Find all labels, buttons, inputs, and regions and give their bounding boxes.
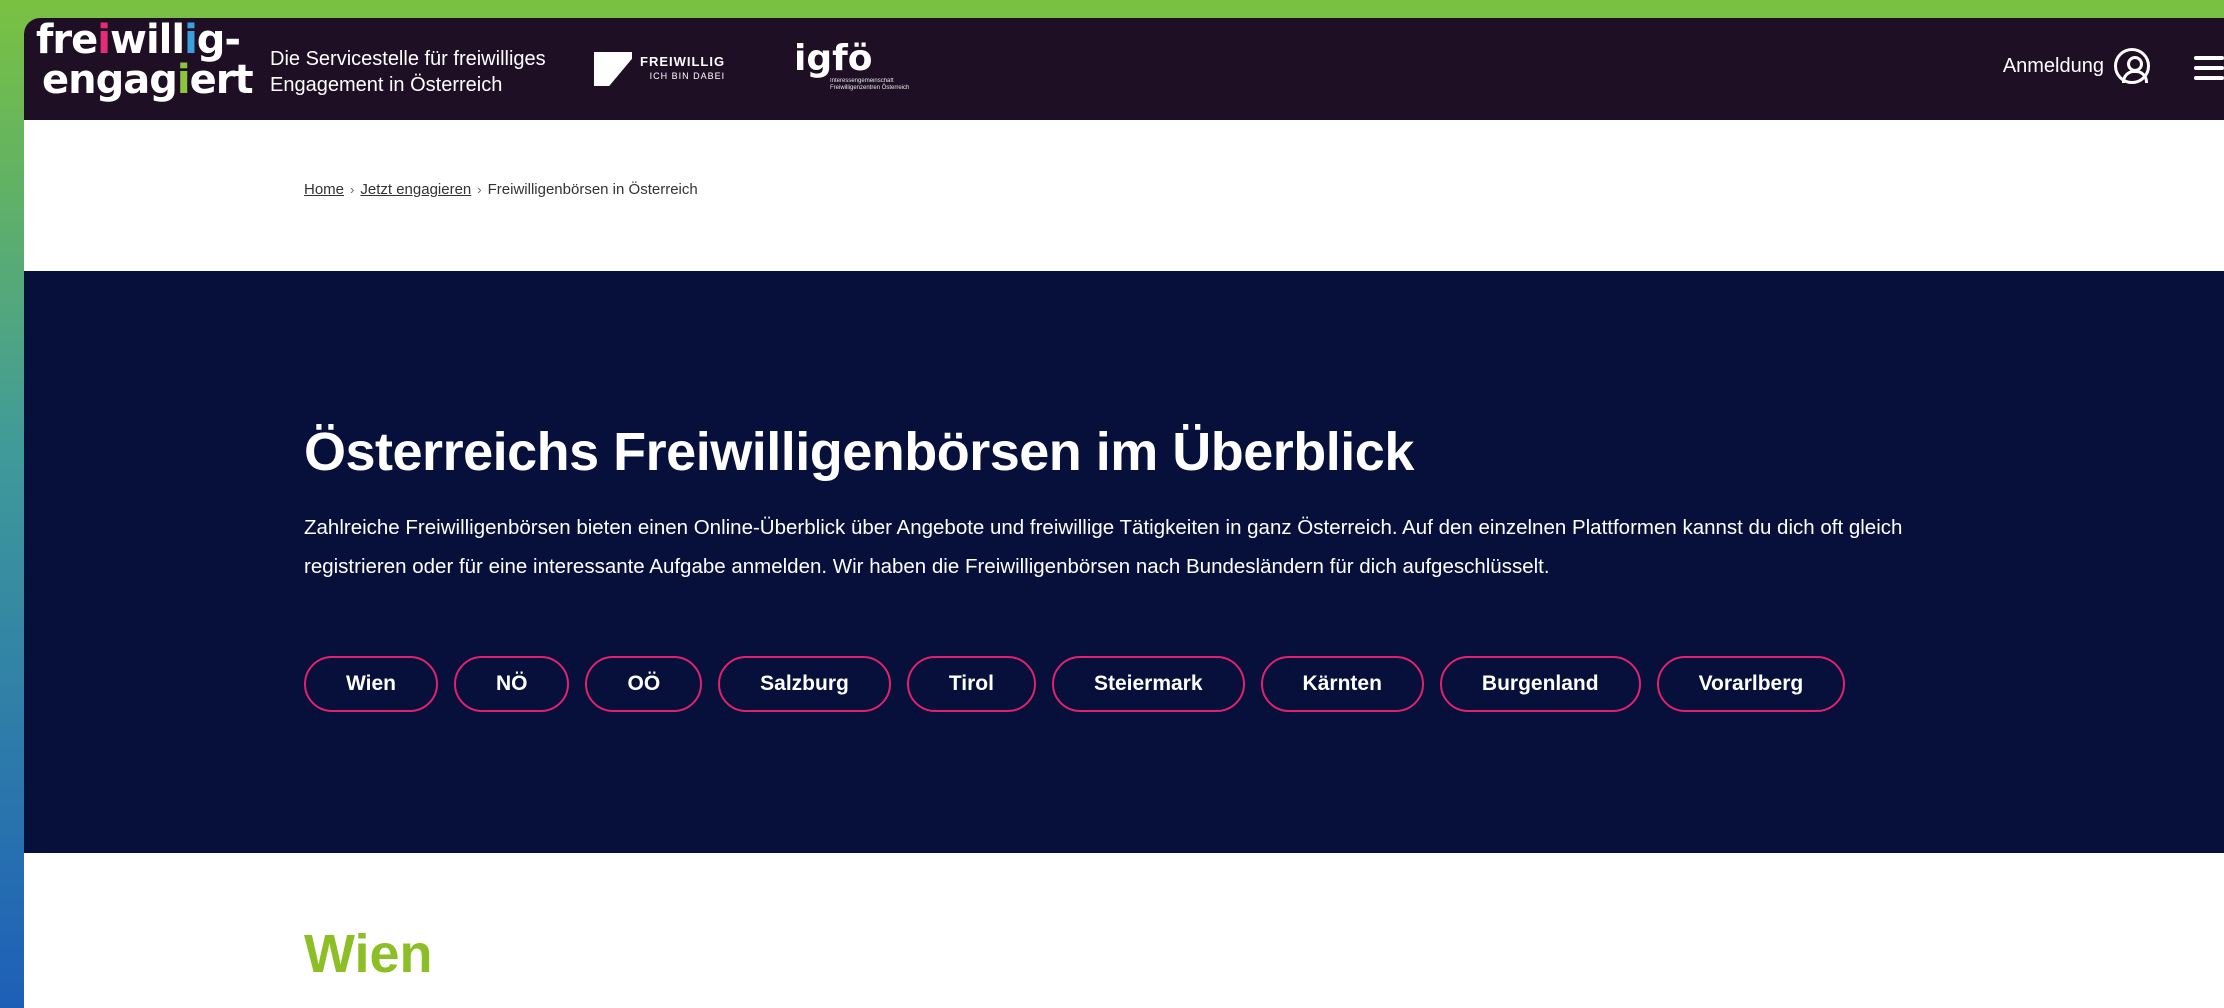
breadcrumb: Home › Jetzt engagieren › Freiwilligenbö… — [304, 181, 698, 198]
hamburger-menu-icon[interactable] — [2194, 56, 2224, 80]
browser-viewport: freiwillig- engagiert Die Servicestelle … — [24, 18, 2224, 1008]
breadcrumb-jetzt-engagieren[interactable]: Jetzt engagieren — [360, 181, 471, 198]
user-circle-icon — [2114, 48, 2150, 84]
region-chip-ooe[interactable]: OÖ — [585, 656, 703, 712]
region-chip-tirol[interactable]: Tirol — [906, 656, 1036, 712]
site-logo[interactable]: freiwillig- engagiert — [36, 20, 256, 110]
partner1-sub: ICH BIN DABEI — [649, 71, 726, 81]
login-label: Anmeldung — [2002, 54, 2104, 77]
region-chip-salzburg[interactable]: Salzburg — [718, 656, 891, 712]
logo-line-2: engagiert — [42, 57, 254, 103]
breadcrumb-separator: › — [477, 182, 482, 197]
section-title-wien: Wien — [304, 924, 433, 984]
region-chip-burgenland[interactable]: Burgenland — [1439, 656, 1641, 712]
site-tagline: Die Servicestelle für freiwilliges Engag… — [270, 46, 546, 98]
breadcrumb-home[interactable]: Home — [304, 181, 344, 198]
hero-intro-text: Zahlreiche Freiwilligenbörsen bieten ein… — [304, 516, 1903, 578]
region-chip-kaernten[interactable]: Kärnten — [1260, 656, 1424, 712]
breadcrumb-current: Freiwilligenbörsen in Österreich — [487, 181, 698, 198]
partner-logo-igfo[interactable]: igfö Interessengemeinschaft Freiwilligen… — [794, 38, 940, 92]
partner1-name: FREIWILLIG — [640, 54, 726, 69]
partner2-sub: Interessengemeinschaft Freiwilligenzentr… — [830, 78, 910, 91]
site-header: freiwillig- engagiert Die Servicestelle … — [24, 18, 2224, 120]
region-chip-noe[interactable]: NÖ — [453, 656, 570, 712]
tagline-line-1: Die Servicestelle für freiwilliges — [270, 48, 546, 70]
page-title: Österreichs Freiwilligenbörsen im Überbl… — [304, 422, 1414, 482]
region-filter-list: Wien NÖ OÖ Salzburg Tirol Steiermark Kär… — [304, 656, 1846, 712]
region-chip-wien[interactable]: Wien — [304, 656, 438, 712]
region-chip-vorarlberg[interactable]: Vorarlberg — [1656, 656, 1846, 712]
breadcrumb-separator: › — [350, 182, 355, 197]
freiwillig-flag-icon — [594, 52, 632, 86]
partner2-name: igfö — [794, 38, 873, 79]
region-chip-steiermark[interactable]: Steiermark — [1051, 656, 1245, 712]
partner-logo-freiwillig[interactable]: FREIWILLIG ICH BIN DABEI — [594, 52, 725, 86]
login-button[interactable]: Anmeldung — [2003, 48, 2150, 84]
logo-line-1: freiwillig- — [36, 18, 241, 63]
hero-section: Österreichs Freiwilligenbörsen im Überbl… — [24, 271, 2224, 853]
tagline-line-2: Engagement in Österreich — [270, 74, 503, 96]
